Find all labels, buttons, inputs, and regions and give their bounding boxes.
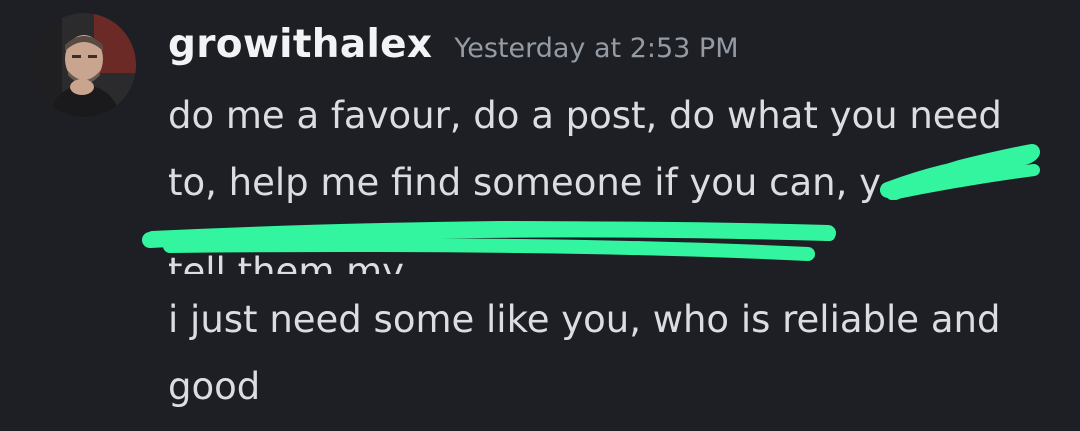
- avatar-photo: [32, 13, 136, 117]
- message-line-1: do me a favour, do a post, do what you n…: [168, 94, 1002, 137]
- message-line-3-text: tell them my: [168, 250, 405, 274]
- message-header: growithalex Yesterday at 2:53 PM: [168, 22, 739, 78]
- chat-message: growithalex Yesterday at 2:53 PM do me a…: [0, 0, 1080, 431]
- message-line-4: i just need some like you, who is reliab…: [168, 298, 1001, 341]
- user-avatar[interactable]: [32, 13, 136, 117]
- message-line-5: good: [168, 365, 261, 408]
- message-line-2: to, help me find someone if you can, y: [168, 149, 1058, 216]
- message-line-3-redacted: tell them my: [168, 216, 1058, 274]
- username[interactable]: growithalex: [168, 22, 432, 67]
- message-timestamp[interactable]: Yesterday at 2:53 PM: [454, 33, 738, 64]
- message-content: do me a favour, do a post, do what you n…: [168, 82, 1058, 420]
- message-line-2-text: to, help me find someone if you can, y: [168, 161, 882, 204]
